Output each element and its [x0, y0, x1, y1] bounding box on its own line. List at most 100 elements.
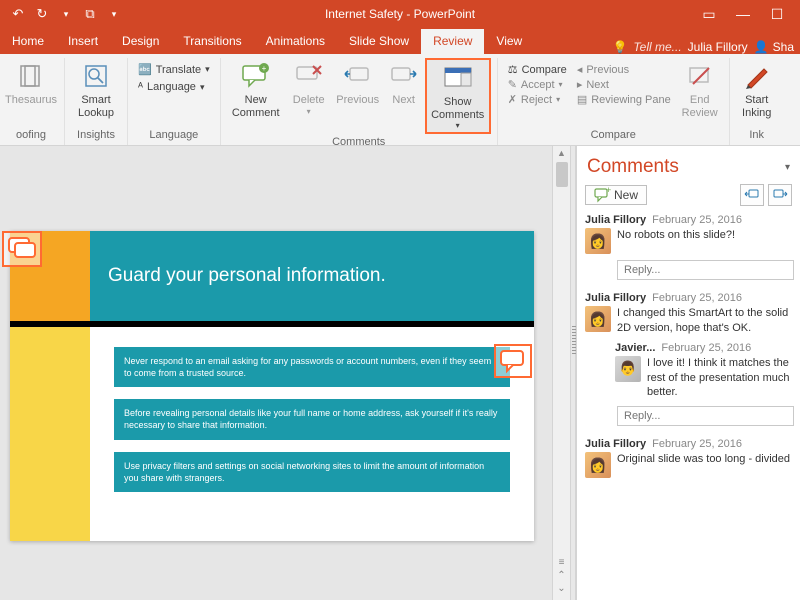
show-comments-icon — [442, 62, 474, 94]
translate-icon: 🔤 — [138, 63, 152, 76]
share-button[interactable]: 👤Sha — [754, 40, 794, 54]
comment-thread[interactable]: Julia FilloryFebruary 25, 2016 👩I change… — [585, 292, 794, 426]
qat-dropdown-icon[interactable]: ▾ — [58, 6, 74, 22]
comment-text: I changed this SmartArt to the solid 2D … — [617, 306, 794, 336]
comment-thread[interactable]: Julia FilloryFebruary 25, 2016 👩Original… — [585, 438, 794, 478]
tab-animations[interactable]: Animations — [254, 29, 337, 54]
avatar: 👩 — [585, 306, 611, 332]
reply-author: Javier... — [615, 342, 655, 354]
tab-view[interactable]: View — [484, 29, 534, 54]
up-nav-icon[interactable]: ⌃ — [557, 570, 565, 581]
slide-title[interactable]: Guard your personal information. — [90, 231, 534, 321]
comment-marker-slide[interactable] — [2, 231, 42, 267]
slide[interactable]: Guard your personal information. Never r… — [10, 231, 534, 541]
comment-date: February 25, 2016 — [652, 214, 742, 226]
minimize-icon[interactable]: — — [730, 6, 756, 22]
tab-insert[interactable]: Insert — [56, 29, 110, 54]
delete-comment-button[interactable]: Delete▾ — [287, 58, 331, 116]
language-icon: ᴬ — [138, 81, 143, 93]
title-bar: ↶ ↻ ▾ ⧉ ▾ Internet Safety - PowerPoint ▭… — [0, 0, 800, 28]
new-comment-icon: + — [240, 60, 272, 92]
comment-text: Original slide was too long - divided — [617, 452, 790, 478]
avatar: 👩 — [585, 228, 611, 254]
reject-button: ✗Reject ▾ — [504, 92, 571, 107]
start-from-beginning-icon[interactable]: ⧉ — [82, 6, 98, 22]
content-area: Guard your personal information. Never r… — [0, 146, 800, 600]
next-comment-button[interactable]: Next — [385, 58, 423, 107]
thesaurus-icon — [15, 60, 47, 92]
end-review-button: End Review — [677, 58, 723, 119]
redo-icon[interactable]: ↻ — [34, 6, 50, 22]
accept-button: ✎Accept ▾ — [504, 77, 571, 92]
reviewing-pane-button: ▤Reviewing Pane — [573, 92, 675, 107]
new-comment-small-icon: + — [594, 188, 610, 202]
slide-bullet-1[interactable]: Never respond to an email asking for any… — [114, 347, 510, 387]
prev-comment-nav-button[interactable] — [740, 184, 764, 206]
group-insights: Smart Lookup Insights — [65, 58, 128, 145]
show-comments-button[interactable]: Show Comments▾ — [425, 58, 491, 134]
reply-input[interactable] — [617, 406, 794, 426]
compare-previous-button: ◂Previous — [573, 62, 675, 77]
translate-button[interactable]: 🔤Translate ▾ — [134, 62, 214, 77]
prev-icon: ◂ — [577, 63, 583, 76]
scroll-thumb[interactable] — [556, 162, 568, 187]
language-button[interactable]: ᴬLanguage ▾ — [134, 80, 214, 94]
comment-date: February 25, 2016 — [652, 292, 742, 304]
tab-home[interactable]: Home — [0, 29, 56, 54]
comment-marker-body[interactable] — [494, 344, 532, 378]
comments-list[interactable]: Julia FilloryFebruary 25, 2016 👩No robot… — [577, 214, 800, 600]
compare-button[interactable]: ⚖Compare — [504, 62, 571, 77]
tab-slide-show[interactable]: Slide Show — [337, 29, 421, 54]
quick-access-toolbar: ↶ ↻ ▾ ⧉ ▾ — [4, 6, 122, 22]
share-icon: 👤 — [754, 40, 769, 54]
group-ink: Start Inking Ink — [730, 58, 784, 145]
down-nav-icon[interactable]: ⌄ — [557, 583, 565, 594]
comment-date: February 25, 2016 — [652, 438, 742, 450]
tell-me-input[interactable]: Tell me... — [633, 40, 681, 54]
slide-accent-yellow — [10, 327, 90, 541]
next-icon: ▸ — [577, 78, 583, 91]
tab-transitions[interactable]: Transitions — [171, 29, 253, 54]
tellme-bulb-icon: 💡 — [612, 40, 627, 54]
maximize-icon[interactable]: ☐ — [764, 6, 790, 23]
thesaurus-button[interactable]: Thesaurus — [4, 58, 58, 107]
prev-slide-icon[interactable]: ≡ — [559, 557, 565, 568]
scroll-up-icon[interactable]: ▲ — [557, 146, 566, 158]
reply-input[interactable] — [617, 260, 794, 280]
group-comments: + New Comment Delete▾ Previous Next Show… — [221, 58, 498, 145]
slide-bullet-2[interactable]: Before revealing personal details like y… — [114, 399, 510, 439]
user-name[interactable]: Julia Fillory — [688, 40, 748, 54]
undo-icon[interactable]: ↶ — [10, 6, 26, 22]
comment-bubble-icon — [7, 236, 37, 262]
pane-icon: ▤ — [577, 93, 587, 106]
qat-dropdown2-icon[interactable]: ▾ — [106, 6, 122, 22]
delete-comment-icon — [293, 60, 325, 92]
tab-review[interactable]: Review — [421, 29, 484, 54]
smart-lookup-button[interactable]: Smart Lookup — [71, 58, 121, 119]
group-language: 🔤Translate ▾ ᴬLanguage ▾ Language — [128, 58, 221, 145]
tab-design[interactable]: Design — [110, 29, 171, 54]
slide-body[interactable]: Never respond to an email asking for any… — [90, 327, 534, 541]
group-label-ink: Ink — [749, 127, 764, 145]
group-label-proofing: oofing — [16, 127, 46, 145]
pane-splitter[interactable] — [570, 146, 576, 600]
previous-comment-icon — [342, 60, 374, 92]
ribbon-tabs: Home Insert Design Transitions Animation… — [0, 28, 800, 54]
slide-bullet-3[interactable]: Use privacy filters and settings on soci… — [114, 452, 510, 492]
next-comment-nav-button[interactable] — [768, 184, 792, 206]
accept-icon: ✎ — [508, 78, 517, 91]
new-comment-panel-button[interactable]: + New — [585, 185, 647, 205]
comment-bubble-icon — [499, 349, 527, 373]
group-label-insights: Insights — [77, 127, 115, 145]
new-comment-button[interactable]: + New Comment — [227, 58, 285, 119]
slide-vscrollbar[interactable]: ▲ ≡ ⌃ ⌄ — [552, 146, 570, 600]
slide-area[interactable]: Guard your personal information. Never r… — [0, 146, 552, 600]
comment-thread[interactable]: Julia FilloryFebruary 25, 2016 👩No robot… — [585, 214, 794, 280]
comments-panel-menu-icon[interactable]: ▾ — [785, 162, 790, 173]
previous-comment-button[interactable]: Previous — [333, 58, 383, 107]
svg-text:+: + — [606, 185, 611, 195]
start-inking-button[interactable]: Start Inking — [736, 58, 778, 119]
group-label-language: Language — [149, 127, 198, 145]
group-compare: ⚖Compare ✎Accept ▾ ✗Reject ▾ ◂Previous ▸… — [498, 58, 730, 145]
ribbon-display-icon[interactable]: ▭ — [696, 6, 722, 23]
